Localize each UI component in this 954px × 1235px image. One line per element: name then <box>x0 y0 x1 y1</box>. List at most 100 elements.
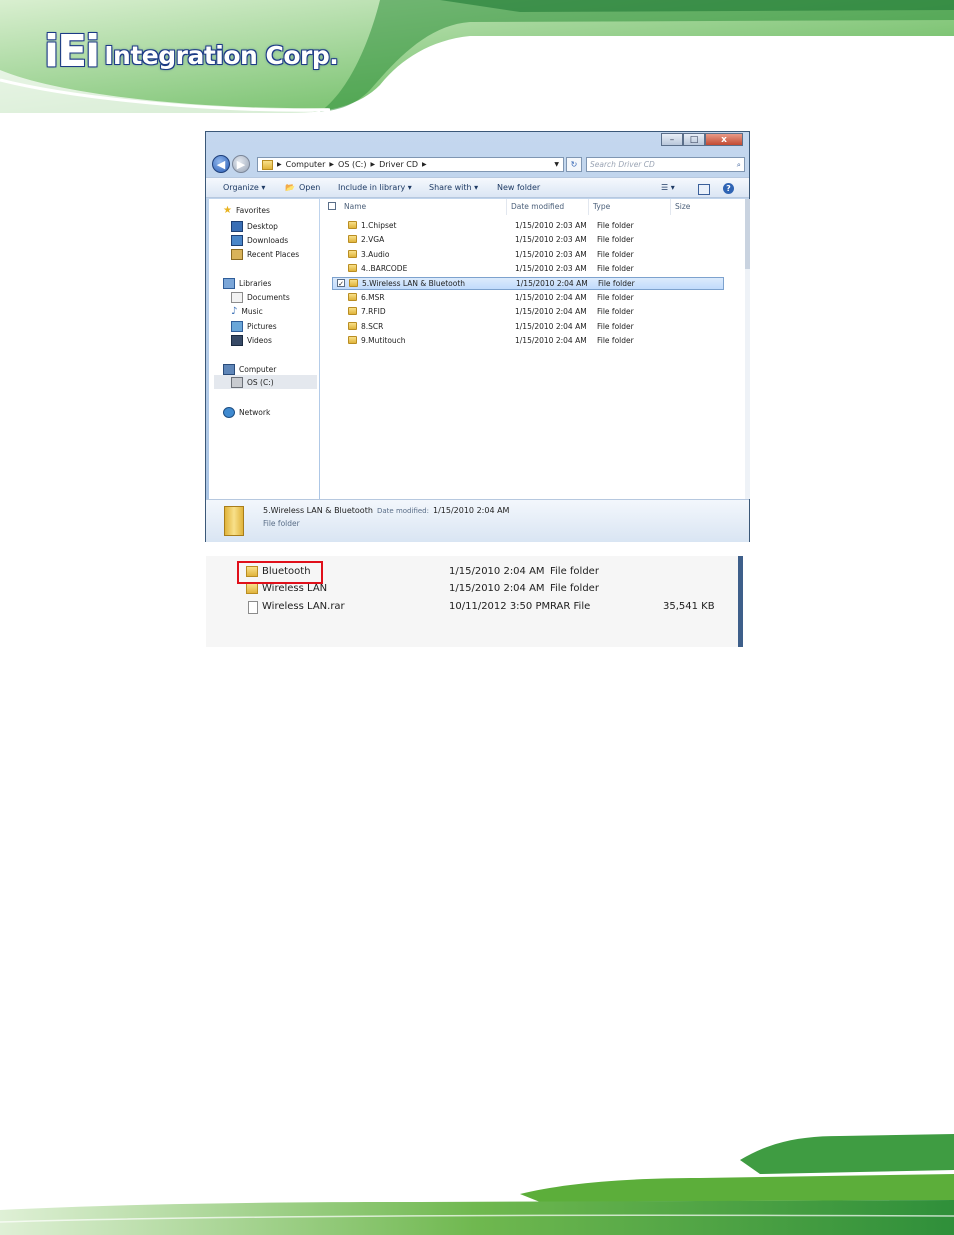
open-icon: 📂 <box>285 183 295 192</box>
file-date: 1/15/2010 2:04 AM <box>515 293 587 302</box>
nav-label: Videos <box>247 336 272 345</box>
forward-button[interactable]: ▶ <box>232 155 250 173</box>
organize-button[interactable]: Organize ▾ <box>223 183 265 192</box>
file-list: Name Date modified Type Size 1.Chipset 1/… <box>320 199 745 499</box>
list-item[interactable]: Wireless LAN.rar 10/11/2012 3:50 PM RAR … <box>246 600 726 616</box>
file-name: 3.Audio <box>361 250 390 259</box>
nav-network[interactable]: Network <box>223 407 270 418</box>
scrollbar-edge <box>738 556 743 647</box>
table-row[interactable]: 1.Chipset 1/15/2010 2:03 AM File folder <box>336 220 721 233</box>
folder-large-icon <box>224 506 244 536</box>
nav-pictures[interactable]: Pictures <box>231 321 277 332</box>
nav-recent-places[interactable]: Recent Places <box>231 249 299 260</box>
downloads-icon <box>231 235 243 246</box>
star-icon: ★ <box>223 205 232 216</box>
table-row[interactable]: 7.RFID 1/15/2010 2:04 AM File folder <box>336 306 721 319</box>
search-input[interactable]: Search Driver CD ⌕ <box>586 157 745 172</box>
select-all-checkbox[interactable] <box>328 202 336 210</box>
maximize-button[interactable]: □ <box>683 133 705 146</box>
search-placeholder: Search Driver CD <box>590 160 655 169</box>
arrow-left-icon: ◀ <box>216 158 226 171</box>
file-name: Wireless LAN.rar <box>262 601 345 612</box>
preview-pane-icon[interactable] <box>698 184 710 195</box>
chevron-right-icon: ▶ <box>277 161 282 168</box>
details-date: 1/15/2010 2:04 AM <box>433 506 510 515</box>
chevron-down-icon[interactable]: ▼ <box>554 161 559 168</box>
open-button[interactable]: Open <box>299 183 320 192</box>
file-date: 1/15/2010 2:04 AM <box>515 307 587 316</box>
file-date: 1/15/2010 2:03 AM <box>515 264 587 273</box>
file-date: 1/15/2010 2:04 AM <box>516 279 588 288</box>
back-button[interactable]: ◀ <box>212 155 230 173</box>
file-type: File folder <box>597 221 634 230</box>
videos-icon <box>231 335 243 346</box>
folder-icon <box>348 322 357 330</box>
new-folder-button[interactable]: New folder <box>497 183 540 192</box>
nav-documents[interactable]: Documents <box>231 292 290 303</box>
column-divider <box>506 199 507 215</box>
nav-label: Pictures <box>247 322 277 331</box>
nav-os-drive[interactable]: OS (C:) <box>214 375 317 389</box>
file-size: 35,541 KB <box>663 601 715 612</box>
nav-label: Documents <box>247 293 290 302</box>
column-divider <box>588 199 589 215</box>
file-date: 1/15/2010 2:03 AM <box>515 235 587 244</box>
network-icon <box>223 407 235 418</box>
table-row[interactable]: 3.Audio 1/15/2010 2:03 AM File folder <box>336 249 721 262</box>
details-date-label: Date modified: <box>377 507 429 515</box>
refresh-button[interactable]: ↻ <box>566 157 582 172</box>
nav-videos[interactable]: Videos <box>231 335 272 346</box>
libraries-icon <box>223 278 235 289</box>
nav-favorites[interactable]: ★ Favorites <box>223 205 270 216</box>
nav-desktop[interactable]: Desktop <box>231 221 278 232</box>
table-row[interactable]: 2.VGA 1/15/2010 2:03 AM File folder <box>336 234 721 247</box>
drive-icon <box>231 376 243 388</box>
nav-computer[interactable]: Computer <box>223 364 276 375</box>
documents-icon <box>231 292 243 303</box>
breadcrumb-computer[interactable]: Computer <box>286 160 326 169</box>
nav-label: Computer <box>239 365 277 374</box>
details-pane: 5.Wireless LAN & Bluetooth Date modified… <box>206 499 749 542</box>
address-bar[interactable]: ▶ Computer ▶ OS (C:) ▶ Driver CD ▶ ▼ <box>257 157 564 172</box>
breadcrumb-driver-cd[interactable]: Driver CD <box>379 160 418 169</box>
file-name: 6.MSR <box>361 293 385 302</box>
column-date-modified[interactable]: Date modified <box>511 202 564 211</box>
breadcrumb-os[interactable]: OS (C:) <box>338 160 366 169</box>
nav-label: Desktop <box>247 222 278 231</box>
nav-label: Favorites <box>235 206 270 215</box>
view-options-icon[interactable]: ☰ ▾ <box>661 183 675 192</box>
column-name[interactable]: Name <box>344 202 366 211</box>
vertical-scrollbar[interactable] <box>745 199 750 499</box>
column-type[interactable]: Type <box>593 202 610 211</box>
minimize-button[interactable]: – <box>661 133 683 146</box>
scrollbar-thumb[interactable] <box>745 199 750 269</box>
nav-music[interactable]: ♪ Music <box>231 307 263 317</box>
close-button[interactable]: x <box>705 133 743 146</box>
help-icon[interactable]: ? <box>723 183 734 194</box>
details-name: 5.Wireless LAN & Bluetooth <box>263 506 373 515</box>
column-size[interactable]: Size <box>675 202 690 211</box>
folder-icon <box>348 307 357 315</box>
file-name: 9.Mutitouch <box>361 336 406 345</box>
nav-label: Music <box>241 307 263 316</box>
file-name: Wireless LAN <box>262 583 328 594</box>
table-row[interactable]: 8.SCR 1/15/2010 2:04 AM File folder <box>336 321 721 334</box>
table-row[interactable]: 9.Mutitouch 1/15/2010 2:04 AM File folder <box>336 335 721 348</box>
nav-downloads[interactable]: Downloads <box>231 235 288 246</box>
file-date: 1/15/2010 2:04 AM <box>449 566 545 577</box>
table-row[interactable]: 6.MSR 1/15/2010 2:04 AM File folder <box>336 292 721 305</box>
include-in-library-button[interactable]: Include in library ▾ <box>338 183 412 192</box>
refresh-icon: ↻ <box>570 160 578 169</box>
recent-places-icon <box>231 249 243 260</box>
folder-icon <box>348 293 357 301</box>
row-checkbox[interactable]: ✓ <box>337 279 345 288</box>
chevron-right-icon: ▶ <box>329 161 335 168</box>
share-with-button[interactable]: Share with ▾ <box>429 183 478 192</box>
list-item[interactable]: Wireless LAN 1/15/2010 2:04 AM File fold… <box>246 582 726 598</box>
table-row[interactable]: 4..BARCODE 1/15/2010 2:03 AM File folder <box>336 263 721 276</box>
folder-icon <box>349 279 358 287</box>
folder-icon <box>348 336 357 344</box>
table-row-selected[interactable]: ✓ 5.Wireless LAN & Bluetooth 1/15/2010 2:0… <box>332 277 724 290</box>
column-header-row: Name Date modified Type Size <box>320 199 745 215</box>
nav-libraries[interactable]: Libraries <box>223 278 271 289</box>
